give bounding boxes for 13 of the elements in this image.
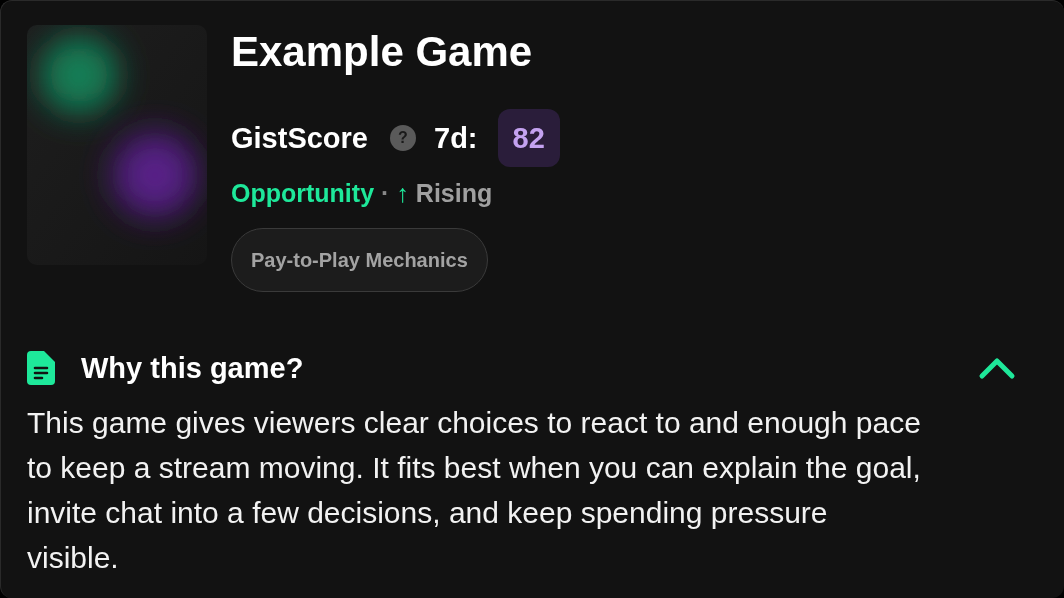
game-title: Example Game — [231, 27, 533, 77]
period-label: 7d: — [434, 121, 478, 155]
section-title: Why this game? — [81, 351, 305, 385]
score-badge: 82 — [497, 109, 560, 167]
trend-label: Rising — [415, 179, 493, 208]
separator: · — [381, 179, 390, 208]
tag-chip[interactable]: Pay-to-Play Mechanics — [231, 228, 488, 292]
trend-arrow: ↑ — [396, 179, 409, 208]
status-label: Opportunity — [231, 179, 375, 208]
score-label: GistScore — [231, 121, 368, 155]
document-icon — [27, 351, 55, 385]
chevron-icon[interactable] — [978, 356, 1016, 380]
description-text: This game gives viewers clear choices to react to and enough pace to keep a stream moving. It fits best when you can explain the goal, invite chat into a few decisions, and keep spending pressure visible. — [27, 405, 922, 576]
